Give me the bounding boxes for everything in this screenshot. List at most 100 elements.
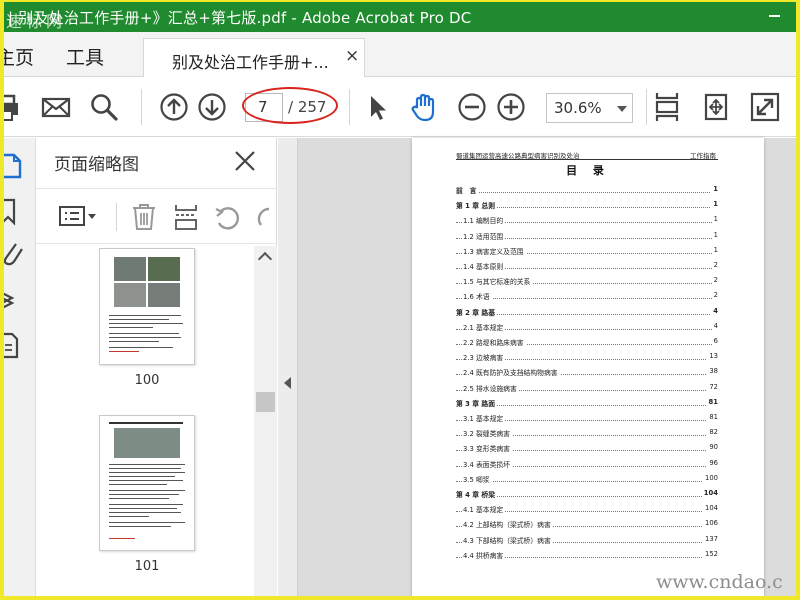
toc-entry[interactable]: 3.3 变形类病害 90	[456, 443, 718, 455]
toc-entry-title: 1.6 术语	[463, 291, 492, 302]
toc-entry[interactable]: 1.2 适用范围 1	[456, 230, 718, 243]
close-icon[interactable]	[232, 148, 258, 174]
rotate-right-icon[interactable]	[255, 203, 277, 235]
mail-icon[interactable]	[40, 91, 72, 123]
attachments-icon[interactable]	[4, 240, 28, 268]
toolbar: 7 / 257 30.6%	[4, 77, 796, 137]
rotate-view-icon[interactable]	[700, 91, 732, 123]
layers-icon[interactable]	[4, 286, 28, 314]
insert-page-icon[interactable]	[172, 203, 200, 235]
toc-entry-page: 2	[711, 291, 718, 300]
toolbar-separator	[349, 89, 350, 125]
toc-entry[interactable]: 2.4 既有防护及支挡结构物病害 38	[456, 367, 718, 379]
toc-entry-title: 前 言	[456, 185, 479, 195]
thumbnail-page-number: 101	[134, 559, 160, 574]
toc-entry-title: 1.2 适用范围	[463, 230, 506, 241]
toc-entry-page: 4	[711, 306, 718, 315]
document-viewport[interactable]: 蜀道集团运营高速公路典型病害识别及处治 工作指南 目 录 前 言1第 1 章 总…	[278, 138, 796, 596]
scrollbar-thumb[interactable]	[256, 392, 275, 412]
toolbar-separator	[141, 89, 142, 125]
scroll-up-icon[interactable]	[257, 251, 273, 267]
toc-entry-title: 1.4 基本原则	[463, 261, 506, 271]
toc-title: 目 录	[566, 164, 610, 177]
toc-entry[interactable]: 3.1 基本规定 81	[456, 413, 718, 425]
left-rail	[4, 138, 36, 596]
toc-entry[interactable]: 第 3 章 路面 81	[456, 397, 718, 410]
thumbnails-scrollbar[interactable]	[254, 246, 277, 596]
toc-entry[interactable]: 1.6 术语 2	[456, 291, 718, 303]
search-icon[interactable]	[88, 91, 120, 123]
toc-entry-title: 4.4 拱桥病害	[463, 549, 506, 560]
page-thumbnails-icon[interactable]	[4, 152, 28, 180]
print-icon[interactable]	[4, 91, 22, 123]
page-thumbnail[interactable]	[99, 415, 195, 551]
toc-entry-page: 81	[707, 413, 718, 421]
toc-entry[interactable]: 2.3 边坡病害 13	[456, 352, 718, 364]
chevron-left-icon	[284, 377, 291, 389]
page-content-icon[interactable]	[4, 332, 28, 360]
toc-entry[interactable]: 1.3 病害定义及范围 1	[456, 245, 718, 258]
toc-entry-title: 第 3 章 路面	[456, 397, 498, 408]
toolbar-separator	[646, 89, 647, 125]
prev-page-icon[interactable]	[158, 91, 190, 123]
toc-entry-title: 第 1 章 总则	[456, 200, 498, 211]
full-screen-icon[interactable]	[749, 91, 781, 123]
toc-entry[interactable]: 1.5 与其它标准的关系 2	[456, 276, 718, 288]
toc-entry[interactable]: 3.2 裂缝类病害 82	[456, 428, 718, 440]
hand-tool-icon[interactable]	[408, 91, 440, 123]
toc-entry[interactable]: 2.1 基本规定 4	[456, 321, 718, 334]
toc-entry-page: 137	[703, 534, 718, 543]
toc-entry-page: 82	[707, 428, 718, 437]
toc-entry-title: 3.4 表面类损坏	[463, 458, 512, 469]
close-tab-icon[interactable]: ×	[345, 46, 359, 66]
zoom-out-icon[interactable]	[456, 91, 488, 123]
document-tab[interactable]: 别及处治工作手册+... ×	[143, 38, 365, 78]
toc-entry[interactable]: 前 言 1	[456, 185, 718, 197]
chevron-down-icon	[617, 106, 627, 112]
zoom-in-icon[interactable]	[495, 91, 527, 123]
toc-entry-page: 96	[707, 458, 718, 467]
toc-entry-title: 1.1 编制目的	[463, 215, 506, 226]
toc-entry[interactable]: 4.4 拱桥病害 152	[456, 549, 718, 562]
document-tab-label: 别及处治工作手册+...	[172, 53, 329, 72]
toc-entry[interactable]: 4.1 基本规定 104	[456, 504, 718, 516]
acrobat-window: | 别及处治工作手册+》汇总+第七版.pdf - Adobe Acrobat P…	[4, 2, 796, 596]
toc-entry-page: 106	[703, 519, 718, 528]
minimize-button[interactable]	[761, 6, 791, 28]
tools-tab[interactable]: 工具	[66, 43, 104, 70]
next-page-icon[interactable]	[196, 91, 228, 123]
zoom-value: 30.6%	[554, 99, 602, 117]
bookmarks-icon[interactable]	[4, 198, 28, 226]
select-arrow-icon[interactable]	[361, 91, 393, 123]
toc-entry[interactable]: 2.5 排水设施病害 72	[456, 382, 718, 395]
rotate-left-icon[interactable]	[213, 203, 241, 235]
toc-entry-title: 2.5 排水设施病害	[463, 382, 519, 393]
toc-entry[interactable]: 3.5 唧浆 100	[456, 473, 718, 486]
toc-entry[interactable]: 4.2 上部结构（梁式桥）病害 106	[456, 519, 718, 531]
toc-leader-dots	[456, 480, 718, 482]
delete-icon[interactable]	[130, 203, 158, 235]
home-tab[interactable]: 主页	[4, 43, 34, 70]
toc-entry-page: 104	[701, 489, 718, 497]
toc-entry[interactable]: 1.4 基本原则 2	[456, 261, 718, 273]
toc-entry[interactable]: 第 4 章 桥梁 104	[456, 489, 718, 501]
page-thumbnail[interactable]	[99, 248, 195, 365]
toc-entry[interactable]: 第 2 章 路基 4	[456, 306, 718, 319]
toc-entry-title: 2.1 基本规定	[463, 321, 506, 332]
toc-entry[interactable]: 2.2 路堤和路床病害 6	[456, 337, 718, 349]
toc-entry[interactable]: 4.3 下部结构（梁式桥）病害 137	[456, 534, 718, 547]
toc-entry-title: 4.2 上部结构（梁式桥）病害	[463, 519, 553, 530]
options-menu-icon[interactable]	[58, 203, 98, 233]
toc-entry-title: 4.3 下部结构（梁式桥）病害	[463, 534, 553, 545]
toc-entry-page: 1	[711, 245, 718, 254]
toc-entry-title: 3.3 变形类病害	[463, 443, 512, 454]
zoom-select[interactable]: 30.6%	[546, 93, 633, 123]
collapse-panel-button[interactable]	[278, 138, 298, 596]
toc-entry[interactable]: 1.1 编制目的 1	[456, 215, 718, 227]
toc-entry[interactable]: 第 1 章 总则 1	[456, 200, 718, 212]
toc-leader-dots	[456, 192, 718, 193]
fit-page-icon[interactable]	[651, 91, 683, 123]
toc-entry-title: 4.1 基本规定	[463, 504, 506, 515]
toc-entry[interactable]: 3.4 表面类损坏 96	[456, 458, 718, 471]
header-rule	[456, 159, 718, 160]
